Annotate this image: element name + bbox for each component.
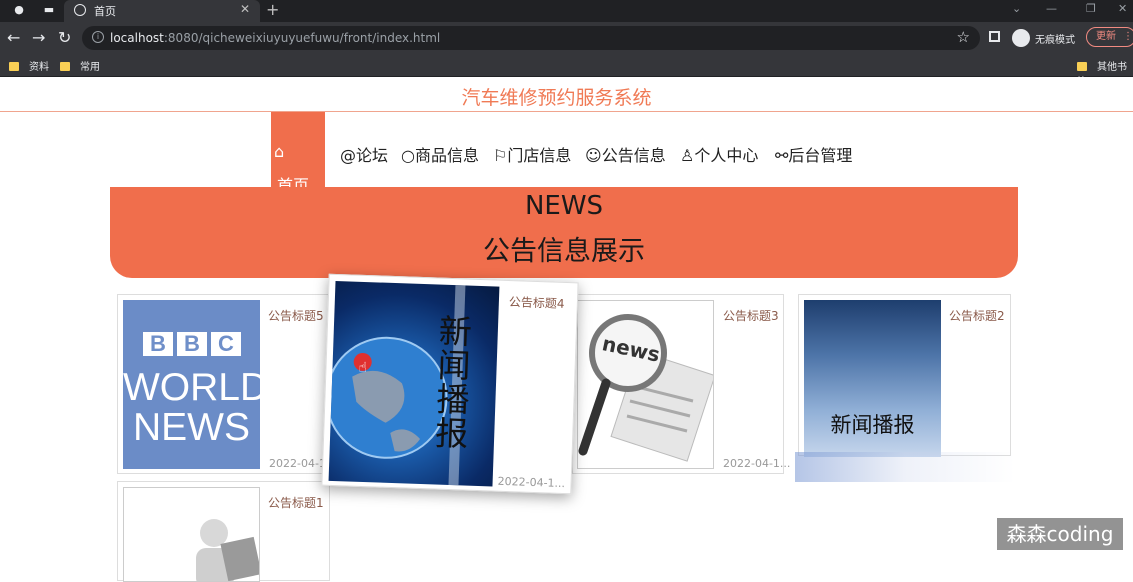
bookmarks-bar: 资料 常用 其他书签	[0, 54, 1133, 88]
news-card[interactable]: 新闻播报 公告标题2	[798, 294, 1011, 457]
folder-icon	[60, 62, 70, 71]
nav-label: 论坛	[356, 146, 389, 165]
sky-news-broadcast-image: 新闻播报	[804, 300, 941, 457]
user-icon: ♙	[680, 146, 695, 165]
url-host: localhost	[110, 31, 164, 45]
window-close-icon[interactable]: ✕	[1118, 2, 1127, 15]
back-arrow-icon[interactable]: ←	[7, 28, 20, 48]
update-button[interactable]: 更新 ⋮	[1086, 27, 1133, 47]
news-card-date: 2022-04-1...	[723, 457, 791, 470]
nav-item-stores[interactable]: ⚐门店信息	[493, 142, 571, 166]
news-card[interactable]: news 公告标题3 2022-04-1...	[572, 294, 790, 474]
notice-icon: ☺	[585, 146, 602, 165]
folder-icon	[1077, 62, 1087, 71]
bookmark-folder-changyong[interactable]: 常用	[60, 58, 100, 73]
tab-home[interactable]: 首页 ✕	[64, 0, 260, 22]
nav-item-personal[interactable]: ♙个人中心	[680, 142, 758, 166]
bookmark-label: 常用	[80, 62, 100, 73]
chrome-globe-icon[interactable]: ●	[12, 3, 26, 17]
update-label: 更新	[1096, 31, 1116, 42]
news-card-title[interactable]: 公告标题3	[723, 307, 779, 324]
minimize-icon[interactable]: —	[1046, 2, 1057, 15]
site-header: 汽车维修预约服务系统	[0, 77, 1133, 112]
restore-icon[interactable]: ❐	[1086, 2, 1096, 15]
address-url[interactable]: localhost:8080/qicheweixiuyuyuefuwu/fron…	[110, 31, 440, 45]
bbc-letter: B	[177, 332, 207, 356]
address-bar[interactable]: i localhost:8080/qicheweixiuyuyuefuwu/fr…	[82, 26, 980, 50]
tab-grid-icon[interactable]: ▬	[42, 3, 56, 17]
news-image-text: 新闻播报	[434, 311, 473, 454]
bbc-letter: B	[143, 332, 173, 356]
bbc-world-text: WORLD	[123, 366, 260, 409]
nav-label: 个人中心	[694, 146, 759, 165]
news-image-text: 新闻播报	[830, 413, 915, 437]
nav-item-admin[interactable]: ⚯后台管理	[775, 142, 852, 166]
flag-icon: ⚐	[493, 146, 508, 165]
news-banner: NEWS 公告信息展示	[110, 187, 1018, 278]
globe-news-broadcast-image: 新闻播报	[328, 280, 500, 487]
bbc-letter: C	[211, 332, 241, 356]
bbc-logo: BBC	[143, 332, 245, 356]
nav-label: 后台管理	[788, 146, 853, 165]
tab-search-icon[interactable]: ⌄	[1012, 2, 1021, 15]
nav-label: 商品信息	[414, 146, 479, 165]
nav-item-notices[interactable]: ☺公告信息	[585, 142, 666, 166]
bbc-world-news-image: BBC WORLD NEWS	[123, 300, 260, 469]
nav-label: 公告信息	[601, 146, 666, 165]
hand-cursor-icon: ☝	[358, 359, 368, 377]
reader-figure-image	[123, 487, 260, 582]
browser-toolbar: ← → ↻ i localhost:8080/qicheweixiuyuyuef…	[0, 22, 1133, 54]
bbc-news-text: NEWS	[133, 406, 250, 449]
news-card-title[interactable]: 公告标题2	[949, 307, 1005, 324]
globe-icon	[328, 285, 466, 486]
tab-title: 首页	[94, 5, 116, 18]
site-title: 汽车维修预约服务系统	[461, 87, 652, 109]
newspaper-magnifier-image: news	[577, 300, 714, 469]
bookmark-star-icon[interactable]: ☆	[957, 28, 970, 46]
main-nav: @论坛 ○商品信息 ⚐门店信息 ☺公告信息 ♙个人中心 ⚯后台管理	[0, 112, 1133, 192]
news-card-title[interactable]: 公告标题1	[268, 494, 324, 511]
news-card[interactable]: 公告标题1	[117, 481, 330, 582]
banner-title-cn: 公告信息展示	[483, 236, 645, 267]
watermark-badge: 森森coding	[997, 518, 1123, 550]
banner-title-en: NEWS	[524, 191, 604, 221]
reload-icon[interactable]: ↻	[58, 28, 71, 48]
side-panel-icon[interactable]	[989, 31, 1000, 42]
news-card-title[interactable]: 公告标题5	[268, 307, 324, 324]
newspaper-magnifier-icon	[578, 314, 713, 462]
news-card-date: 2022-04-1...	[497, 474, 566, 491]
menu-dots-icon[interactable]: ⋮	[1123, 28, 1133, 46]
news-card-hovered[interactable]: 新闻播报 公告标题4 2022-04-1... ☝	[321, 273, 579, 495]
bookmark-folder-ziliao[interactable]: 资料	[9, 58, 49, 73]
news-card[interactable]: BBC WORLD NEWS 公告标题5 2022-04-1...	[117, 294, 336, 474]
tab-close-icon[interactable]: ✕	[240, 2, 250, 16]
link-icon: ⚯	[775, 146, 789, 165]
incognito-label[interactable]: 无痕模式	[1035, 31, 1075, 46]
site-info-icon[interactable]: i	[92, 31, 104, 43]
browser-tabstrip: ● ▬ 首页 ✕ + ⌄ — ❐ ✕	[0, 0, 1133, 22]
folder-icon	[9, 62, 19, 71]
news-card-title[interactable]: 公告标题4	[509, 293, 565, 312]
nav-item-forum[interactable]: @论坛	[340, 142, 388, 166]
url-path: :8080/qicheweixiuyuyuefuwu/front/index.h…	[163, 31, 441, 45]
new-tab-icon[interactable]: +	[266, 0, 279, 20]
reader-figure-icon	[196, 519, 259, 581]
nav-item-products[interactable]: ○商品信息	[401, 142, 479, 166]
nav-label: 门店信息	[507, 146, 572, 165]
haze-overlay	[795, 452, 1015, 482]
forward-arrow-icon[interactable]: →	[32, 28, 45, 48]
incognito-icon[interactable]	[1012, 29, 1030, 47]
product-icon: ○	[401, 146, 415, 165]
tab-favicon-icon	[74, 4, 86, 16]
bookmark-label: 资料	[29, 62, 49, 73]
forum-icon: @	[340, 146, 356, 165]
